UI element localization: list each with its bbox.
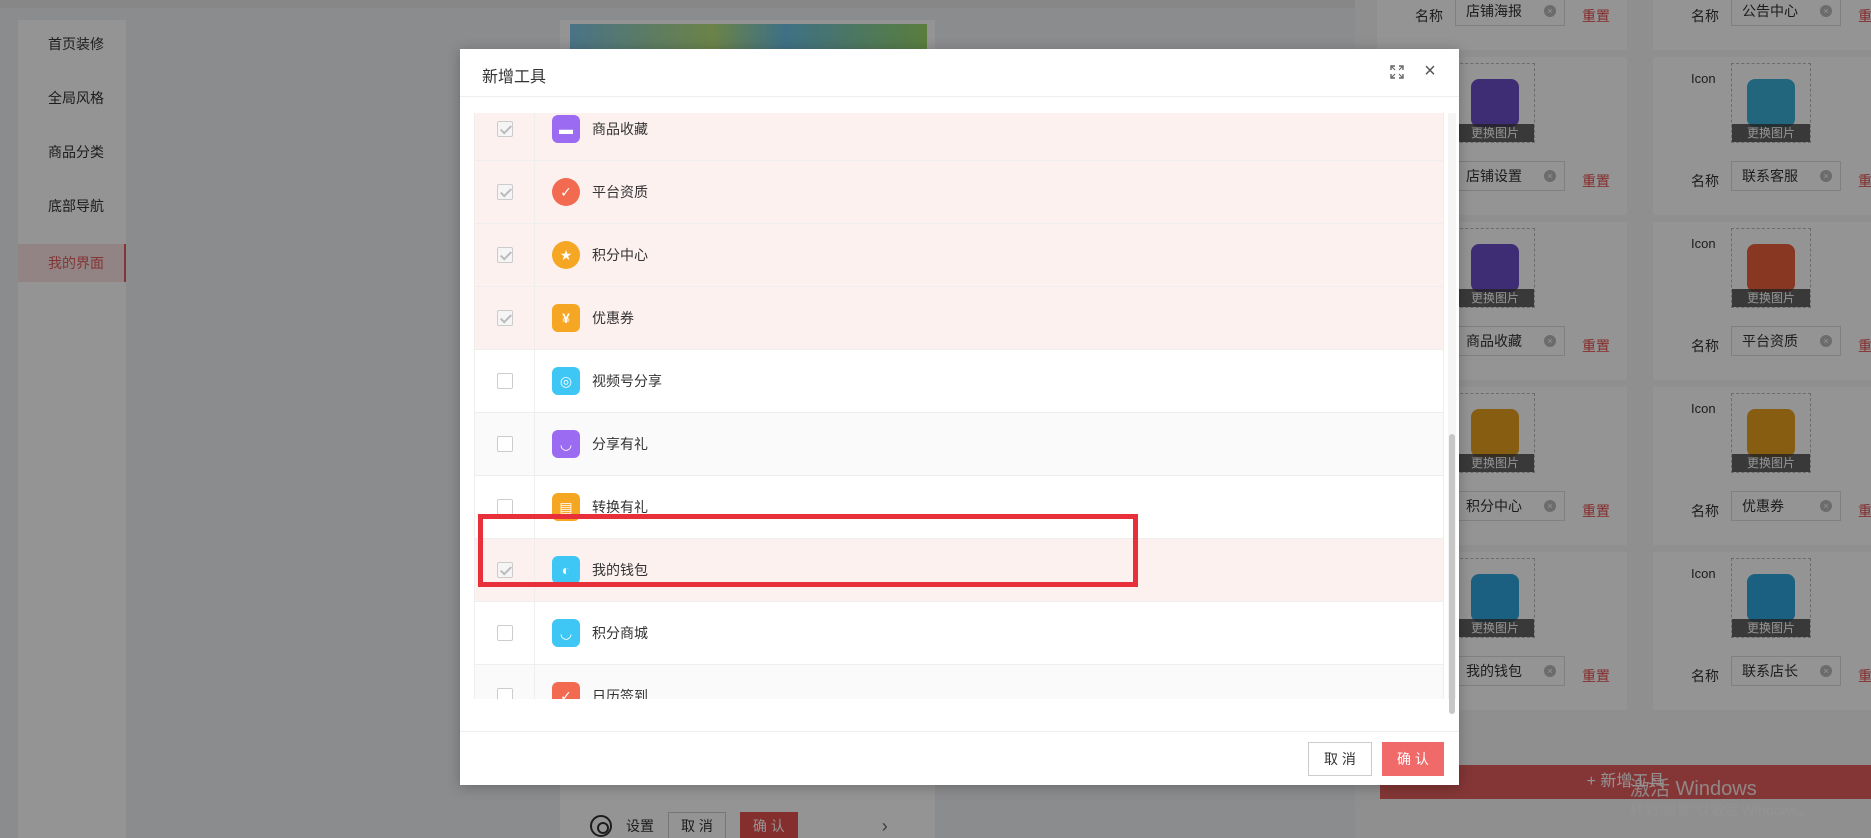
video-icon: ◎ — [552, 367, 580, 395]
tool-label: 商品收藏 — [592, 121, 648, 137]
tool-row[interactable]: ✓ 日历签到 — [475, 665, 1443, 699]
checkbox-cell — [475, 113, 535, 160]
checkbox-cell — [475, 287, 535, 349]
tool-row[interactable]: ¥ 优惠券 — [475, 287, 1443, 350]
star-icon: ★ — [552, 241, 580, 269]
row-checkbox[interactable] — [496, 184, 513, 200]
tool-list: ▬ 商品收藏 ✓ 平台资质 ★ 积分中心 ¥ 优惠券 ◎ 视频号分享 ◡ 分享有礼 ▤ 转换有礼 ◐ 我的钱包… — [474, 113, 1444, 699]
tool-row[interactable]: ✓ 平台资质 — [475, 161, 1443, 224]
row-checkbox[interactable] — [496, 373, 513, 389]
row-checkbox[interactable] — [496, 688, 513, 699]
add-tool-dialog: 新增工具 × ▬ 商品收藏 ✓ 平台资质 ★ 积分中心 ¥ 优惠券 ◎ 视频号分享 ◡ 分享有礼 ▤ 转换… — [460, 49, 1459, 785]
tool-row[interactable]: ◡ 积分商城 — [475, 602, 1443, 665]
coupon-icon: ¥ — [552, 304, 580, 332]
scrollbar-thumb[interactable] — [1449, 434, 1455, 714]
tool-label: 优惠券 — [592, 310, 634, 326]
dialog-header: 新增工具 × — [460, 49, 1459, 97]
close-icon[interactable]: × — [1421, 61, 1439, 81]
tool-label: 分享有礼 — [592, 436, 648, 452]
row-checkbox[interactable] — [496, 499, 513, 515]
row-checkbox[interactable] — [496, 121, 513, 137]
share-gift-icon: ◡ — [552, 430, 580, 458]
tool-row[interactable]: ◡ 分享有礼 — [475, 413, 1443, 476]
fullscreen-icon[interactable] — [1390, 65, 1404, 79]
dialog-title: 新增工具 — [482, 69, 547, 86]
checkbox-cell — [475, 665, 535, 699]
tool-label: 平台资质 — [592, 184, 648, 200]
checkbox-cell — [475, 602, 535, 664]
cancel-button[interactable]: 取 消 — [1308, 742, 1372, 776]
row-checkbox[interactable] — [496, 310, 513, 326]
checkbox-cell — [475, 350, 535, 412]
row-checkbox[interactable] — [496, 247, 513, 263]
tool-label: 积分商城 — [592, 625, 648, 641]
tool-row[interactable]: ★ 积分中心 — [475, 224, 1443, 287]
shop-bag-icon: ◡ — [552, 619, 580, 647]
calendar-icon: ✓ — [552, 682, 580, 699]
tool-label: 视频号分享 — [592, 373, 662, 389]
checkbox-cell — [475, 224, 535, 286]
row-checkbox[interactable] — [496, 625, 513, 641]
tool-row[interactable]: ◎ 视频号分享 — [475, 350, 1443, 413]
tool-label: 积分中心 — [592, 247, 648, 263]
confirm-button[interactable]: 确 认 — [1382, 742, 1444, 776]
highlight-annotation-box — [478, 514, 1138, 587]
bag-icon: ▬ — [552, 115, 580, 143]
row-checkbox[interactable] — [496, 436, 513, 452]
checkbox-cell — [475, 161, 535, 223]
badge-icon: ✓ — [552, 178, 580, 206]
tool-label: 日历签到 — [592, 688, 648, 699]
checkbox-cell — [475, 413, 535, 475]
dialog-footer: 取 消 确 认 — [460, 731, 1459, 785]
tool-row[interactable]: ▬ 商品收藏 — [475, 113, 1443, 161]
